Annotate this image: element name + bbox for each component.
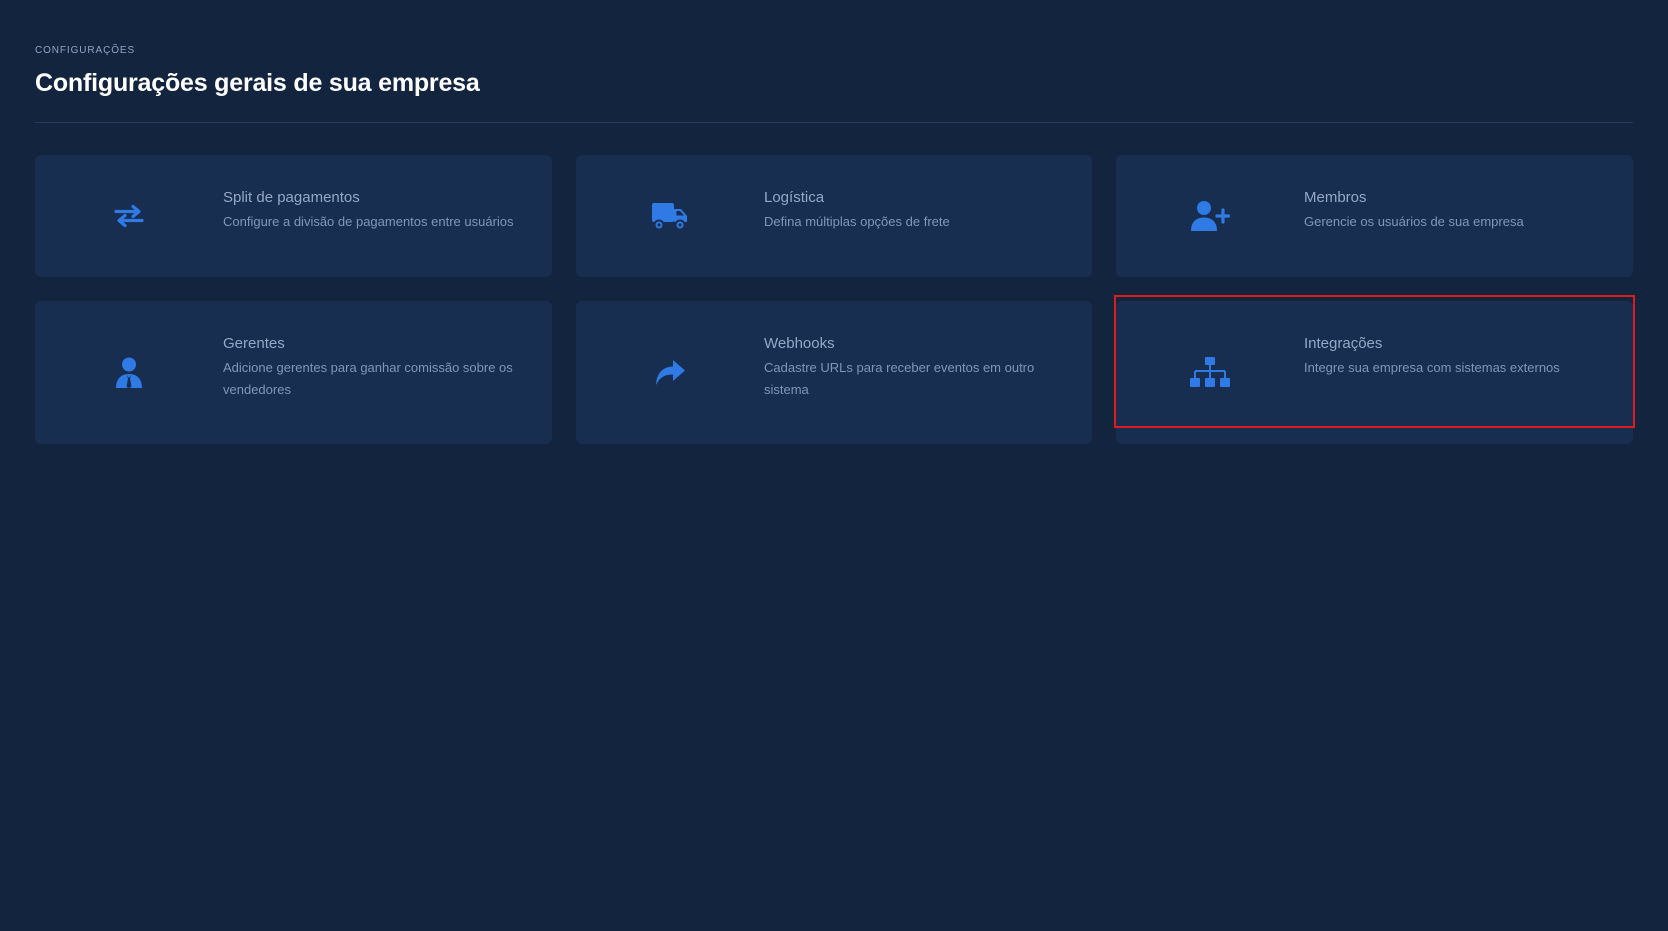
share-arrow-icon [576, 301, 764, 444]
card-title: Logística [764, 189, 825, 206]
settings-grid: Split de pagamentos Configure a divisão … [35, 155, 1635, 444]
card-text: Split de pagamentos Configure a divisão … [223, 155, 552, 233]
card-description: Gerencie os usuários de sua empresa [1304, 214, 1524, 229]
card-text: Membros Gerencie os usuários de sua empr… [1304, 155, 1633, 233]
page-title: Configurações gerais de sua empresa [35, 69, 480, 97]
card-membros[interactable]: Membros Gerencie os usuários de sua empr… [1116, 155, 1633, 277]
user-plus-icon [1116, 155, 1304, 277]
sitemap-icon [1116, 301, 1304, 444]
card-description: Cadastre URLs para receber eventos em ou… [764, 360, 1035, 397]
card-text: Webhooks Cadastre URLs para receber even… [764, 301, 1092, 401]
card-description: Integre sua empresa com sistemas externo… [1304, 360, 1560, 375]
card-title: Membros [1304, 189, 1367, 206]
card-description: Configure a divisão de pagamentos entre … [223, 214, 514, 229]
card-logistica[interactable]: Logística Defina múltiplas opções de fre… [576, 155, 1092, 277]
card-title: Gerentes [223, 335, 285, 352]
card-integracoes[interactable]: Integrações Integre sua empresa com sist… [1114, 295, 1635, 444]
card-description: Defina múltiplas opções de frete [764, 214, 950, 229]
card-webhooks[interactable]: Webhooks Cadastre URLs para receber even… [576, 301, 1092, 444]
user-tie-icon [35, 301, 223, 444]
card-text: Integrações Integre sua empresa com sist… [1304, 301, 1633, 379]
card-text: Logística Defina múltiplas opções de fre… [764, 155, 1092, 233]
card-title: Split de pagamentos [223, 189, 360, 206]
truck-icon [576, 155, 764, 277]
exchange-arrows-icon [35, 155, 223, 277]
card-title: Webhooks [764, 335, 835, 352]
card-text: Gerentes Adicione gerentes para ganhar c… [223, 301, 552, 401]
card-split-pagamentos[interactable]: Split de pagamentos Configure a divisão … [35, 155, 552, 277]
breadcrumb: CONFIGURAÇÕES [35, 45, 136, 56]
card-title: Integrações [1304, 335, 1383, 352]
settings-page: CONFIGURAÇÕES Configurações gerais de su… [0, 0, 1668, 931]
divider [35, 122, 1633, 123]
card-gerentes[interactable]: Gerentes Adicione gerentes para ganhar c… [35, 301, 552, 444]
card-description: Adicione gerentes para ganhar comissão s… [223, 360, 513, 397]
